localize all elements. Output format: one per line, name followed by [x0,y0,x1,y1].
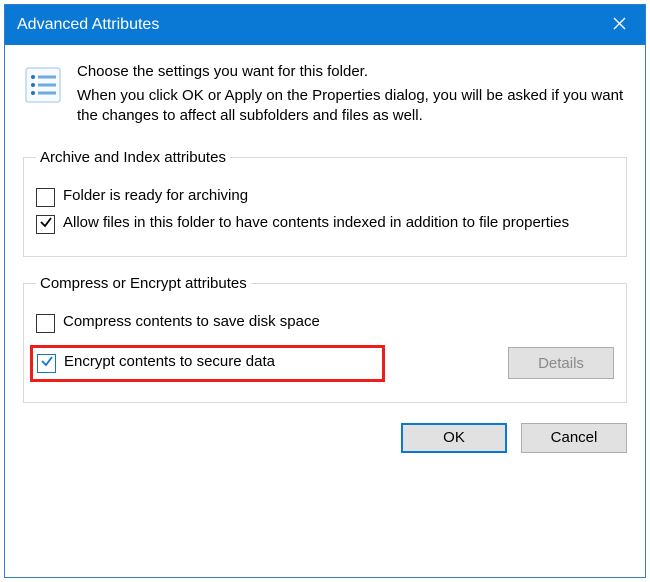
index-checkbox-label: Allow files in this folder to have conte… [63,213,614,233]
compress-encrypt-group: Compress or Encrypt attributes Compress … [23,275,627,403]
checkmark-icon [39,215,53,233]
intro-text: Choose the settings you want for this fo… [77,63,627,127]
attributes-icon [23,65,63,105]
checkmark-icon [40,354,54,372]
index-checkbox[interactable] [36,215,55,234]
encrypt-checkbox[interactable] [37,354,56,373]
compress-encrypt-legend: Compress or Encrypt attributes [36,275,251,292]
details-button: Details [508,347,614,379]
dialog-content: Choose the settings you want for this fo… [5,45,645,577]
archive-index-legend: Archive and Index attributes [36,149,230,166]
cancel-button[interactable]: Cancel [521,423,627,453]
close-button[interactable] [593,5,645,45]
archive-index-group: Archive and Index attributes Folder is r… [23,149,627,257]
archive-checkbox-row[interactable]: Folder is ready for archiving [36,186,614,207]
dialog-window: Advanced Attributes Choose the [4,4,646,578]
intro-section: Choose the settings you want for this fo… [23,63,627,127]
archive-checkbox[interactable] [36,188,55,207]
archive-checkbox-label: Folder is ready for archiving [63,186,614,206]
compress-checkbox-label: Compress contents to save disk space [63,312,614,332]
close-icon [613,17,626,34]
encrypt-checkbox-label: Encrypt contents to secure data [64,352,376,372]
compress-checkbox-row[interactable]: Compress contents to save disk space [36,312,614,333]
titlebar-title: Advanced Attributes [17,16,159,34]
dialog-footer: OK Cancel [23,417,627,453]
encrypt-details-row: Encrypt contents to secure data Details [36,339,614,388]
ok-button[interactable]: OK [401,423,507,453]
index-checkbox-row[interactable]: Allow files in this folder to have conte… [36,213,614,234]
intro-line1: Choose the settings you want for this fo… [77,63,627,80]
encrypt-checkbox-row[interactable]: Encrypt contents to secure data [30,345,385,382]
intro-line2: When you click OK or Apply on the Proper… [77,86,627,127]
titlebar: Advanced Attributes [5,5,645,45]
compress-checkbox[interactable] [36,314,55,333]
